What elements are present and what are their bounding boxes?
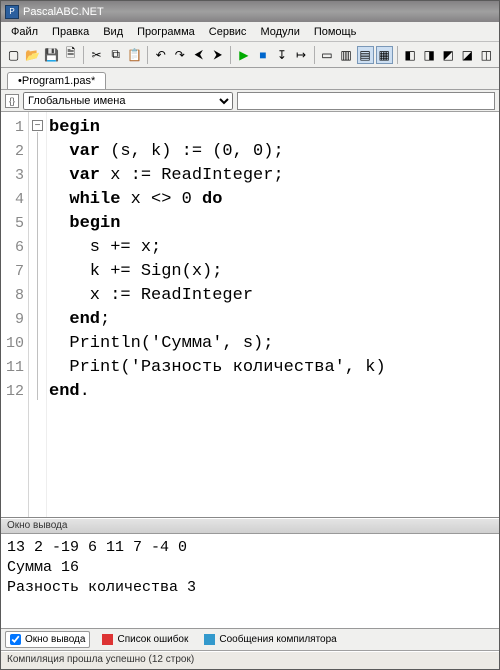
redo-icon[interactable]: ↷ [171, 46, 188, 64]
win4-icon[interactable]: ◪ [459, 46, 476, 64]
win3-icon[interactable]: ◩ [440, 46, 457, 64]
win2-icon[interactable]: ◨ [421, 46, 438, 64]
stop-icon[interactable]: ■ [254, 46, 271, 64]
run-icon[interactable]: ▶ [235, 46, 252, 64]
file-tab[interactable]: •Program1.pas* [7, 72, 106, 89]
compiler-icon [204, 634, 215, 645]
copy-icon[interactable]: ⧉ [107, 46, 124, 64]
cut-icon[interactable]: ✂ [88, 46, 105, 64]
titlebar: P PascalABC.NET [1, 1, 499, 22]
saveall-icon[interactable]: 🗎 [62, 46, 79, 64]
fold-toggle-icon[interactable]: − [32, 120, 43, 131]
back-icon[interactable]: ⮜ [190, 46, 207, 64]
output-panel[interactable]: 13 2 -19 6 11 7 -4 0 Сумма 16 Разность к… [1, 534, 499, 629]
statusbar: Компиляция прошла успешно (12 строк) [1, 651, 499, 669]
menu-edit[interactable]: Правка [46, 24, 95, 40]
panel4-icon[interactable]: ▦ [376, 46, 393, 64]
undo-icon[interactable]: ↶ [152, 46, 169, 64]
toolbar: ▢ 📂 💾 🗎 ✂ ⧉ 📋 ↶ ↷ ⮜ ⮞ ▶ ■ ↧ ↦ ▭ ▥ ▤ ▦ ◧ … [1, 42, 499, 68]
app-title: PascalABC.NET [23, 6, 104, 18]
paste-icon[interactable]: 📋 [126, 46, 143, 64]
separator [83, 46, 84, 64]
stepinto-icon[interactable]: ↧ [273, 46, 290, 64]
forward-icon[interactable]: ⮞ [209, 46, 226, 64]
scope-bar: {} Глобальные имена [1, 90, 499, 112]
stepover-icon[interactable]: ↦ [292, 46, 309, 64]
win1-icon[interactable]: ◧ [402, 46, 419, 64]
tab-errors-label: Список ошибок [117, 634, 188, 645]
scope-search-input[interactable] [237, 92, 495, 110]
panel2-icon[interactable]: ▥ [338, 46, 355, 64]
separator [397, 46, 398, 64]
menu-program[interactable]: Программа [131, 24, 201, 40]
code-area[interactable]: begin var (s, k) := (0, 0); var x := Rea… [47, 112, 499, 517]
separator [147, 46, 148, 64]
errors-icon [102, 634, 113, 645]
fold-column: − [29, 112, 47, 517]
fold-line [37, 132, 38, 400]
tab-output-label: Окно вывода [25, 634, 85, 645]
line-gutter: 123456789101112 [1, 112, 29, 517]
separator [314, 46, 315, 64]
menu-file[interactable]: Файл [5, 24, 44, 40]
open-icon[interactable]: 📂 [24, 46, 41, 64]
tab-errors[interactable]: Список ошибок [98, 632, 192, 647]
menu-modules[interactable]: Модули [254, 24, 305, 40]
code-line: begin [49, 118, 100, 137]
separator [230, 46, 231, 64]
panel3-icon[interactable]: ▤ [357, 46, 374, 64]
new-icon[interactable]: ▢ [5, 46, 22, 64]
output-panel-title: Окно вывода [1, 518, 499, 534]
output-line: Сумма 16 [7, 559, 79, 576]
tab-output-check[interactable] [10, 634, 21, 645]
menu-view[interactable]: Вид [97, 24, 129, 40]
scope-icon: {} [5, 94, 19, 108]
tab-output[interactable]: Окно вывода [5, 631, 90, 648]
menu-help[interactable]: Помощь [308, 24, 363, 40]
tab-compiler[interactable]: Сообщения компилятора [200, 632, 340, 647]
menubar: Файл Правка Вид Программа Сервис Модули … [1, 22, 499, 42]
scope-select[interactable]: Глобальные имена [23, 92, 233, 110]
panel1-icon[interactable]: ▭ [318, 46, 335, 64]
code-editor[interactable]: 123456789101112 − begin var (s, k) := (0… [1, 112, 499, 518]
menu-service[interactable]: Сервис [203, 24, 253, 40]
tab-compiler-label: Сообщения компилятора [219, 634, 336, 645]
document-tabs: •Program1.pas* [1, 68, 499, 90]
app-window: P PascalABC.NET Файл Правка Вид Программ… [0, 0, 500, 670]
output-line: 13 2 -19 6 11 7 -4 0 [7, 539, 187, 556]
save-icon[interactable]: 💾 [43, 46, 60, 64]
bottom-tabbar: Окно вывода Список ошибок Сообщения комп… [1, 629, 499, 651]
output-line: Разность количества 3 [7, 579, 196, 596]
win5-icon[interactable]: ◫ [478, 46, 495, 64]
app-icon: P [5, 5, 19, 19]
